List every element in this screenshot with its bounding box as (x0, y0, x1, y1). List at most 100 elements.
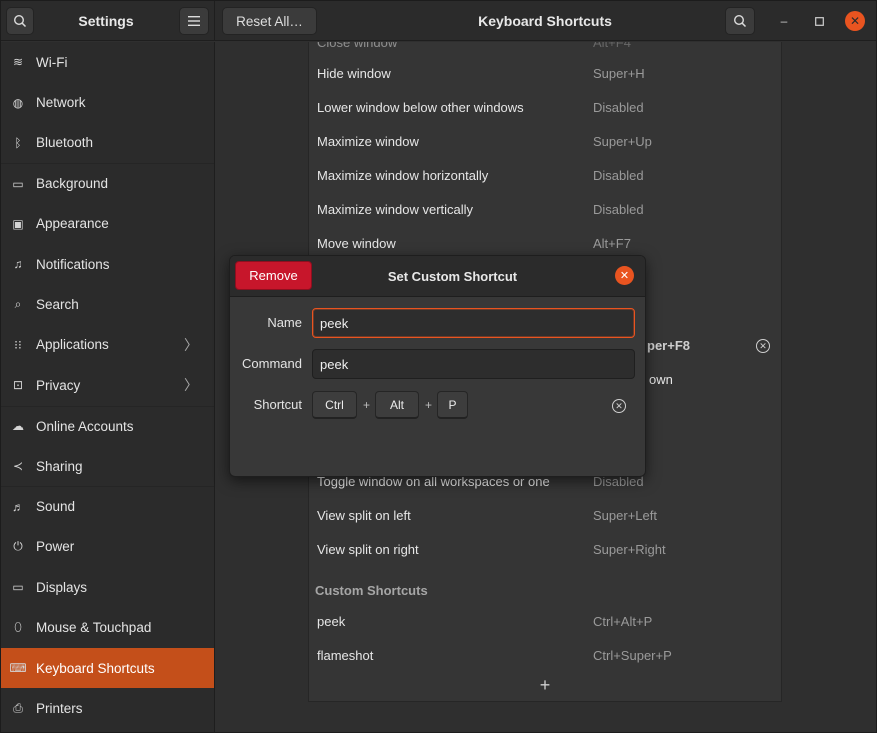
shortcut-name: Lower window below other windows (317, 99, 524, 115)
header-bar: Settings Reset All… Keyboard Shortcuts –… (1, 1, 876, 41)
partial-shortcut-text: per+F8 (647, 338, 690, 353)
mouse-icon: ⬯ (14, 620, 22, 635)
sidebar-item-privacy[interactable]: ⊡ Privacy 〉 (1, 365, 214, 405)
shortcut-label: Shortcut (253, 397, 302, 412)
grid-icon: ⁝⁝ (14, 337, 22, 352)
sidebar-item-keyboard-shortcuts[interactable]: ⌨ Keyboard Shortcuts (1, 647, 214, 689)
clear-shortcut-icon[interactable]: ✕ (756, 339, 770, 353)
shortcut-keys: Disabled (593, 167, 644, 183)
wifi-icon: ≋ (12, 55, 24, 70)
lock-icon: ⊡ (12, 378, 24, 393)
key-ctrl[interactable]: Ctrl (312, 391, 357, 419)
remove-button[interactable]: Remove (235, 261, 312, 290)
sidebar-item-power[interactable]: ⏻ Power (1, 527, 214, 567)
shortcut-keys: Disabled (593, 99, 644, 115)
list-item[interactable]: Hide window Super+H (309, 56, 781, 90)
shortcut-name: Maximize window horizontally (317, 167, 489, 183)
set-custom-shortcut-dialog: Remove Set Custom Shortcut ✕ Name peek C… (229, 255, 646, 477)
shortcut-keys: Alt+F7 (593, 235, 631, 251)
sidebar-item-label: Appearance (36, 216, 109, 232)
key-alt[interactable]: Alt (375, 391, 419, 419)
chevron-right-icon: 〉 (184, 377, 198, 394)
reset-all-button[interactable]: Reset All… (222, 7, 317, 35)
sidebar-item-label: Sound (36, 499, 76, 515)
name-field[interactable]: peek (312, 308, 635, 338)
custom-shortcuts-header: Custom Shortcuts (315, 583, 428, 598)
key-plus-2: + (425, 398, 433, 412)
sidebar-item-sharing[interactable]: ≺ Sharing (1, 446, 214, 486)
shortcut-keys: Super+Left (593, 507, 657, 523)
list-item[interactable]: View split on left Super+Left (309, 498, 781, 532)
sidebar-item-label: Privacy (36, 377, 81, 393)
printer-icon: ⎙ (13, 700, 23, 715)
chevron-right-icon: 〉 (184, 336, 198, 353)
custom-shortcut-row[interactable]: flameshot Ctrl+Super+P (309, 638, 781, 672)
shortcut-name: flameshot (317, 647, 374, 663)
name-label: Name (267, 315, 302, 330)
key-plus-1: + (363, 398, 371, 412)
header-left: Settings (1, 1, 215, 41)
shortcut-keys: Ctrl+Alt+P (593, 613, 653, 629)
list-item[interactable]: Lower window below other windows Disabled (309, 90, 781, 124)
display-icon: ▭ (12, 580, 24, 595)
partial-shortcut-text: own (649, 372, 673, 387)
sidebar-item-label: Bluetooth (36, 135, 94, 151)
sidebar-item-background[interactable]: ▭ Background (1, 163, 214, 203)
cloud-icon: ☁ (12, 419, 24, 434)
sidebar-item-online-accounts[interactable]: ☁ Online Accounts (1, 405, 214, 446)
list-item[interactable]: Maximize window horizontally Disabled (309, 158, 781, 192)
sidebar: ≋ Wi-Fi ◍ Network ᛒ Bluetooth ▭ Background ▣ Appe… (1, 42, 215, 732)
sidebar-item-label: Network (36, 95, 86, 111)
sidebar-item-label: Mouse & Touchpad (36, 620, 152, 636)
shortcut-keys: Super+Up (593, 133, 652, 149)
shortcut-name: View split on right (317, 541, 419, 557)
shortcut-name: peek (317, 613, 346, 629)
shortcut-name: Maximize window vertically (317, 201, 474, 217)
keyboard-icon: ⌨ (9, 661, 27, 676)
panel-title: Keyboard Shortcuts (478, 13, 612, 29)
list-item[interactable]: Maximize window vertically Disabled (309, 192, 781, 226)
sidebar-item-wi-fi[interactable]: ≋ Wi-Fi (1, 42, 214, 82)
sidebar-item-displays[interactable]: ▭ Displays (1, 567, 214, 607)
sidebar-item-label: Printers (36, 700, 83, 716)
shortcut-keys: Super+Right (593, 541, 666, 557)
custom-shortcut-row[interactable]: peek Ctrl+Alt+P (309, 604, 781, 638)
sidebar-item-mouse-touchpad[interactable]: ⬯ Mouse & Touchpad (1, 607, 214, 647)
sidebar-item-applications[interactable]: ⁝⁝ Applications 〉 (1, 325, 214, 365)
sidebar-item-network[interactable]: ◍ Network (1, 82, 214, 122)
list-item[interactable]: View split on right Super+Right (309, 532, 781, 566)
settings-window: Settings Reset All… Keyboard Shortcuts –… (0, 0, 877, 733)
key-p[interactable]: P (437, 391, 468, 419)
bell-icon: ♫ (13, 257, 23, 272)
maximize-button[interactable] (809, 11, 829, 31)
dialog-title: Set Custom Shortcut (387, 268, 518, 284)
sidebar-item-appearance[interactable]: ▣ Appearance (1, 204, 214, 244)
clear-shortcut-icon[interactable]: ✕ (612, 399, 626, 413)
sidebar-item-printers[interactable]: ⎙ Printers (1, 688, 214, 728)
sidebar-item-search[interactable]: ⌕ Search (1, 284, 214, 324)
menu-button[interactable] (179, 7, 209, 35)
shortcut-name: Hide window (317, 65, 391, 81)
shortcut-keys: Disabled (593, 201, 644, 217)
search-button[interactable] (6, 7, 34, 35)
shortcut-keys: Super+H (593, 65, 645, 81)
sidebar-item-label: Power (36, 539, 75, 555)
sidebar-item-bluetooth[interactable]: ᛒ Bluetooth (1, 123, 214, 163)
sidebar-item-sound[interactable]: ♬ Sound (1, 486, 214, 526)
dialog-close-button[interactable]: ✕ (615, 266, 634, 285)
search-icon: ⌕ (14, 297, 22, 312)
dialog-header: Remove Set Custom Shortcut ✕ (230, 256, 645, 297)
close-icon: ✕ (849, 14, 861, 28)
command-field[interactable]: peek (312, 349, 635, 379)
panel-search-button[interactable] (725, 7, 755, 35)
close-icon: ✕ (619, 270, 630, 282)
partial-name: Close window (317, 42, 398, 50)
background-icon: ▭ (12, 176, 24, 191)
sidebar-item-label: Displays (36, 579, 88, 595)
list-item[interactable]: Maximize window Super+Up (309, 124, 781, 158)
power-icon: ⏻ (13, 539, 23, 554)
minimize-button[interactable]: – (774, 11, 794, 31)
close-button[interactable]: ✕ (845, 11, 865, 31)
sidebar-item-notifications[interactable]: ♫ Notifications (1, 244, 214, 284)
add-shortcut-button[interactable]: + (309, 675, 781, 696)
